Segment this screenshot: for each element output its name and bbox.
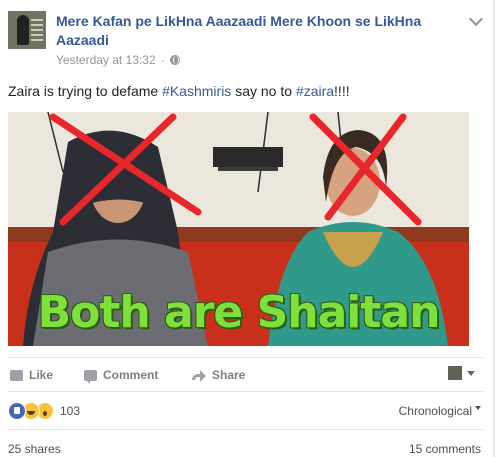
- page-name-link[interactable]: Mere Kafan pe LikHna Aaazaadi Mere Khoon…: [56, 12, 456, 50]
- divider-middle: [8, 391, 484, 392]
- page-selector-avatar[interactable]: [448, 366, 462, 380]
- comment-sort-label: Chronological: [398, 404, 472, 418]
- post-text-suffix: !!!!: [334, 83, 350, 99]
- post-meta: Yesterday at 13:32 ·: [56, 53, 180, 67]
- divider-bottom: [8, 429, 484, 430]
- hashtag-kashmiris[interactable]: #Kashmiris: [162, 83, 231, 99]
- share-label: Share: [212, 368, 246, 382]
- reactions-summary[interactable]: 103: [8, 402, 80, 420]
- avatar-figure: [17, 15, 29, 45]
- page-avatar[interactable]: [8, 11, 46, 49]
- post-options-chevron-icon[interactable]: [468, 11, 484, 27]
- post-card: Mere Kafan pe LikHna Aaazaadi Mere Khoon…: [0, 0, 494, 457]
- comment-label: Comment: [103, 368, 159, 382]
- comment-button[interactable]: Comment: [84, 368, 159, 384]
- share-button[interactable]: Share: [192, 368, 245, 382]
- like-reaction-icon: [8, 402, 26, 420]
- globe-icon: [169, 55, 180, 65]
- share-arrow-icon: [192, 369, 206, 382]
- post-text: Zaira is trying to defame #Kashmiris say…: [8, 83, 350, 99]
- like-button[interactable]: Like: [10, 368, 53, 382]
- image-caption-text: Both are Shaitan: [37, 287, 441, 338]
- post-image[interactable]: Both are Shaitan: [8, 112, 469, 346]
- post-timestamp[interactable]: Yesterday at 13:32: [56, 53, 156, 67]
- sort-caret-icon: [475, 406, 481, 410]
- post-text-prefix: Zaira is trying to defame: [8, 83, 163, 99]
- meta-separator: ·: [160, 53, 165, 67]
- divider-top: [8, 357, 484, 358]
- page-selector-caret-icon[interactable]: [467, 371, 475, 376]
- like-label: Like: [29, 368, 54, 382]
- thumbs-up-icon: [10, 369, 23, 381]
- hashtag-zaira[interactable]: #zaira: [296, 83, 334, 99]
- post-text-middle: say no to: [231, 83, 296, 99]
- comment-sort-dropdown[interactable]: Chronological: [399, 404, 481, 418]
- reaction-count: 103: [60, 404, 81, 418]
- shares-count-link[interactable]: 25 shares: [8, 442, 61, 456]
- comment-icon: [84, 369, 97, 384]
- comments-count-link[interactable]: 15 comments: [409, 442, 481, 456]
- action-bar: Like Comment Share: [8, 366, 484, 386]
- avatar-text-lines: [31, 19, 43, 21]
